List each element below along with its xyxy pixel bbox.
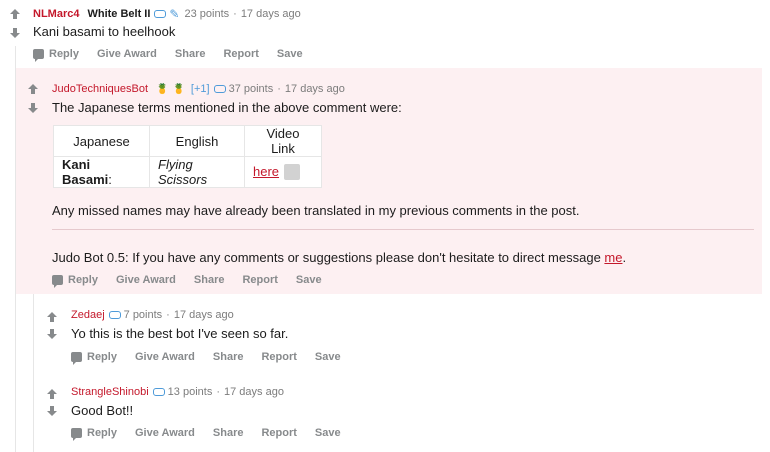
reply-button[interactable]: Reply [71, 427, 117, 441]
upvote-icon[interactable] [8, 7, 22, 21]
comment-meta: JudoTechniquesBot 🍍 🍍 [+1] 37 points · 1… [52, 83, 345, 95]
comment-body-missed: Any missed names may have already been t… [52, 203, 580, 218]
upvote-icon[interactable] [26, 82, 40, 96]
comment-meta: StrangleShinobi 13 points · 17 days ago [71, 386, 284, 398]
separator: · [216, 386, 220, 398]
comment-actions: Reply Give Award Share Report Save [33, 48, 321, 62]
terms-table: Japanese English Video Link Kani Basami:… [53, 125, 322, 188]
reply-button[interactable]: Reply [71, 351, 117, 365]
pineapple-icon: 🍍 [172, 83, 185, 95]
downvote-icon[interactable] [45, 327, 59, 341]
comment-actions: Reply Give Award Share Report Save [71, 351, 359, 365]
message-link[interactable]: me [604, 250, 622, 265]
comment-body-intro: The Japanese terms mentioned in the abov… [52, 100, 402, 115]
downvote-icon[interactable] [45, 404, 59, 418]
flair-plus: [+1] [190, 83, 210, 95]
upvote-icon[interactable] [45, 387, 59, 401]
table-row: Kani Basami: Flying Scissors here [53, 156, 322, 188]
comment-icon [71, 352, 82, 365]
flair-tag-icon [213, 85, 226, 93]
save-button[interactable]: Save [277, 48, 303, 60]
give-award-button[interactable]: Give Award [97, 48, 157, 60]
timestamp[interactable]: 17 days ago [224, 386, 284, 398]
table-header-english: English [149, 125, 245, 157]
table-header-video: Video Link [244, 125, 322, 157]
user-flair: White Belt II [87, 8, 151, 20]
save-button[interactable]: Save [296, 274, 322, 286]
comment-actions: Reply Give Award Share Report Save [52, 274, 340, 288]
give-award-button[interactable]: Give Award [116, 274, 176, 286]
comment-body: Yo this is the best bot I've seen so far… [71, 326, 289, 341]
separator: · [277, 83, 281, 95]
horizontal-rule [52, 229, 754, 230]
flair-tag-icon [152, 388, 165, 396]
link-thumbnail-icon[interactable] [283, 164, 300, 181]
username[interactable]: Zedaej [71, 309, 105, 321]
report-button[interactable]: Report [242, 274, 277, 286]
username[interactable]: JudoTechniquesBot [52, 83, 148, 95]
cell-video: here [244, 156, 322, 188]
share-button[interactable]: Share [194, 274, 225, 286]
downvote-icon[interactable] [8, 26, 22, 40]
pineapple-icon: 🍍 [156, 83, 169, 95]
share-button[interactable]: Share [213, 427, 244, 439]
comment-icon [71, 428, 82, 441]
comment-meta: Zedaej 7 points · 17 days ago [71, 309, 234, 321]
comment-icon [52, 275, 63, 288]
flair-tag-icon [154, 10, 167, 18]
timestamp[interactable]: 17 days ago [241, 8, 301, 20]
report-button[interactable]: Report [261, 351, 296, 363]
points: 37 points [228, 83, 274, 95]
reply-button[interactable]: Reply [52, 274, 98, 288]
share-button[interactable]: Share [213, 351, 244, 363]
upvote-icon[interactable] [45, 310, 59, 324]
username[interactable]: NLMarc4 [33, 8, 79, 20]
flair-tag-icon [108, 311, 121, 319]
timestamp[interactable]: 17 days ago [285, 83, 345, 95]
timestamp[interactable]: 17 days ago [174, 309, 234, 321]
save-button[interactable]: Save [315, 351, 341, 363]
report-button[interactable]: Report [223, 48, 258, 60]
comment-actions: Reply Give Award Share Report Save [71, 427, 359, 441]
points: 13 points [167, 386, 213, 398]
report-button[interactable]: Report [261, 427, 296, 439]
downvote-icon[interactable] [26, 101, 40, 115]
separator: · [233, 8, 237, 20]
comment-body-footer: Judo Bot 0.5: If you have any comments o… [52, 250, 627, 265]
comment-icon [33, 49, 44, 62]
cell-english: Flying Scissors [149, 156, 245, 188]
username[interactable]: StrangleShinobi [71, 386, 149, 398]
separator: · [166, 309, 170, 321]
comment-meta: NLMarc4 White Belt II ✎ 23 points · 17 d… [33, 7, 301, 21]
video-link[interactable]: here [253, 164, 279, 179]
table-header-row: Japanese English Video Link [53, 125, 322, 157]
share-button[interactable]: Share [175, 48, 206, 60]
reply-button[interactable]: Reply [33, 48, 79, 62]
pencil-icon: ✎ [169, 7, 180, 21]
give-award-button[interactable]: Give Award [135, 351, 195, 363]
points: 7 points [123, 309, 163, 321]
cell-japanese: Kani Basami: [53, 156, 150, 188]
table-header-japanese: Japanese [53, 125, 150, 157]
save-button[interactable]: Save [315, 427, 341, 439]
comment-body: Good Bot!! [71, 403, 134, 418]
points: 23 points [184, 8, 230, 20]
give-award-button[interactable]: Give Award [135, 427, 195, 439]
comment-body: Kani basami to heelhook [33, 24, 176, 39]
